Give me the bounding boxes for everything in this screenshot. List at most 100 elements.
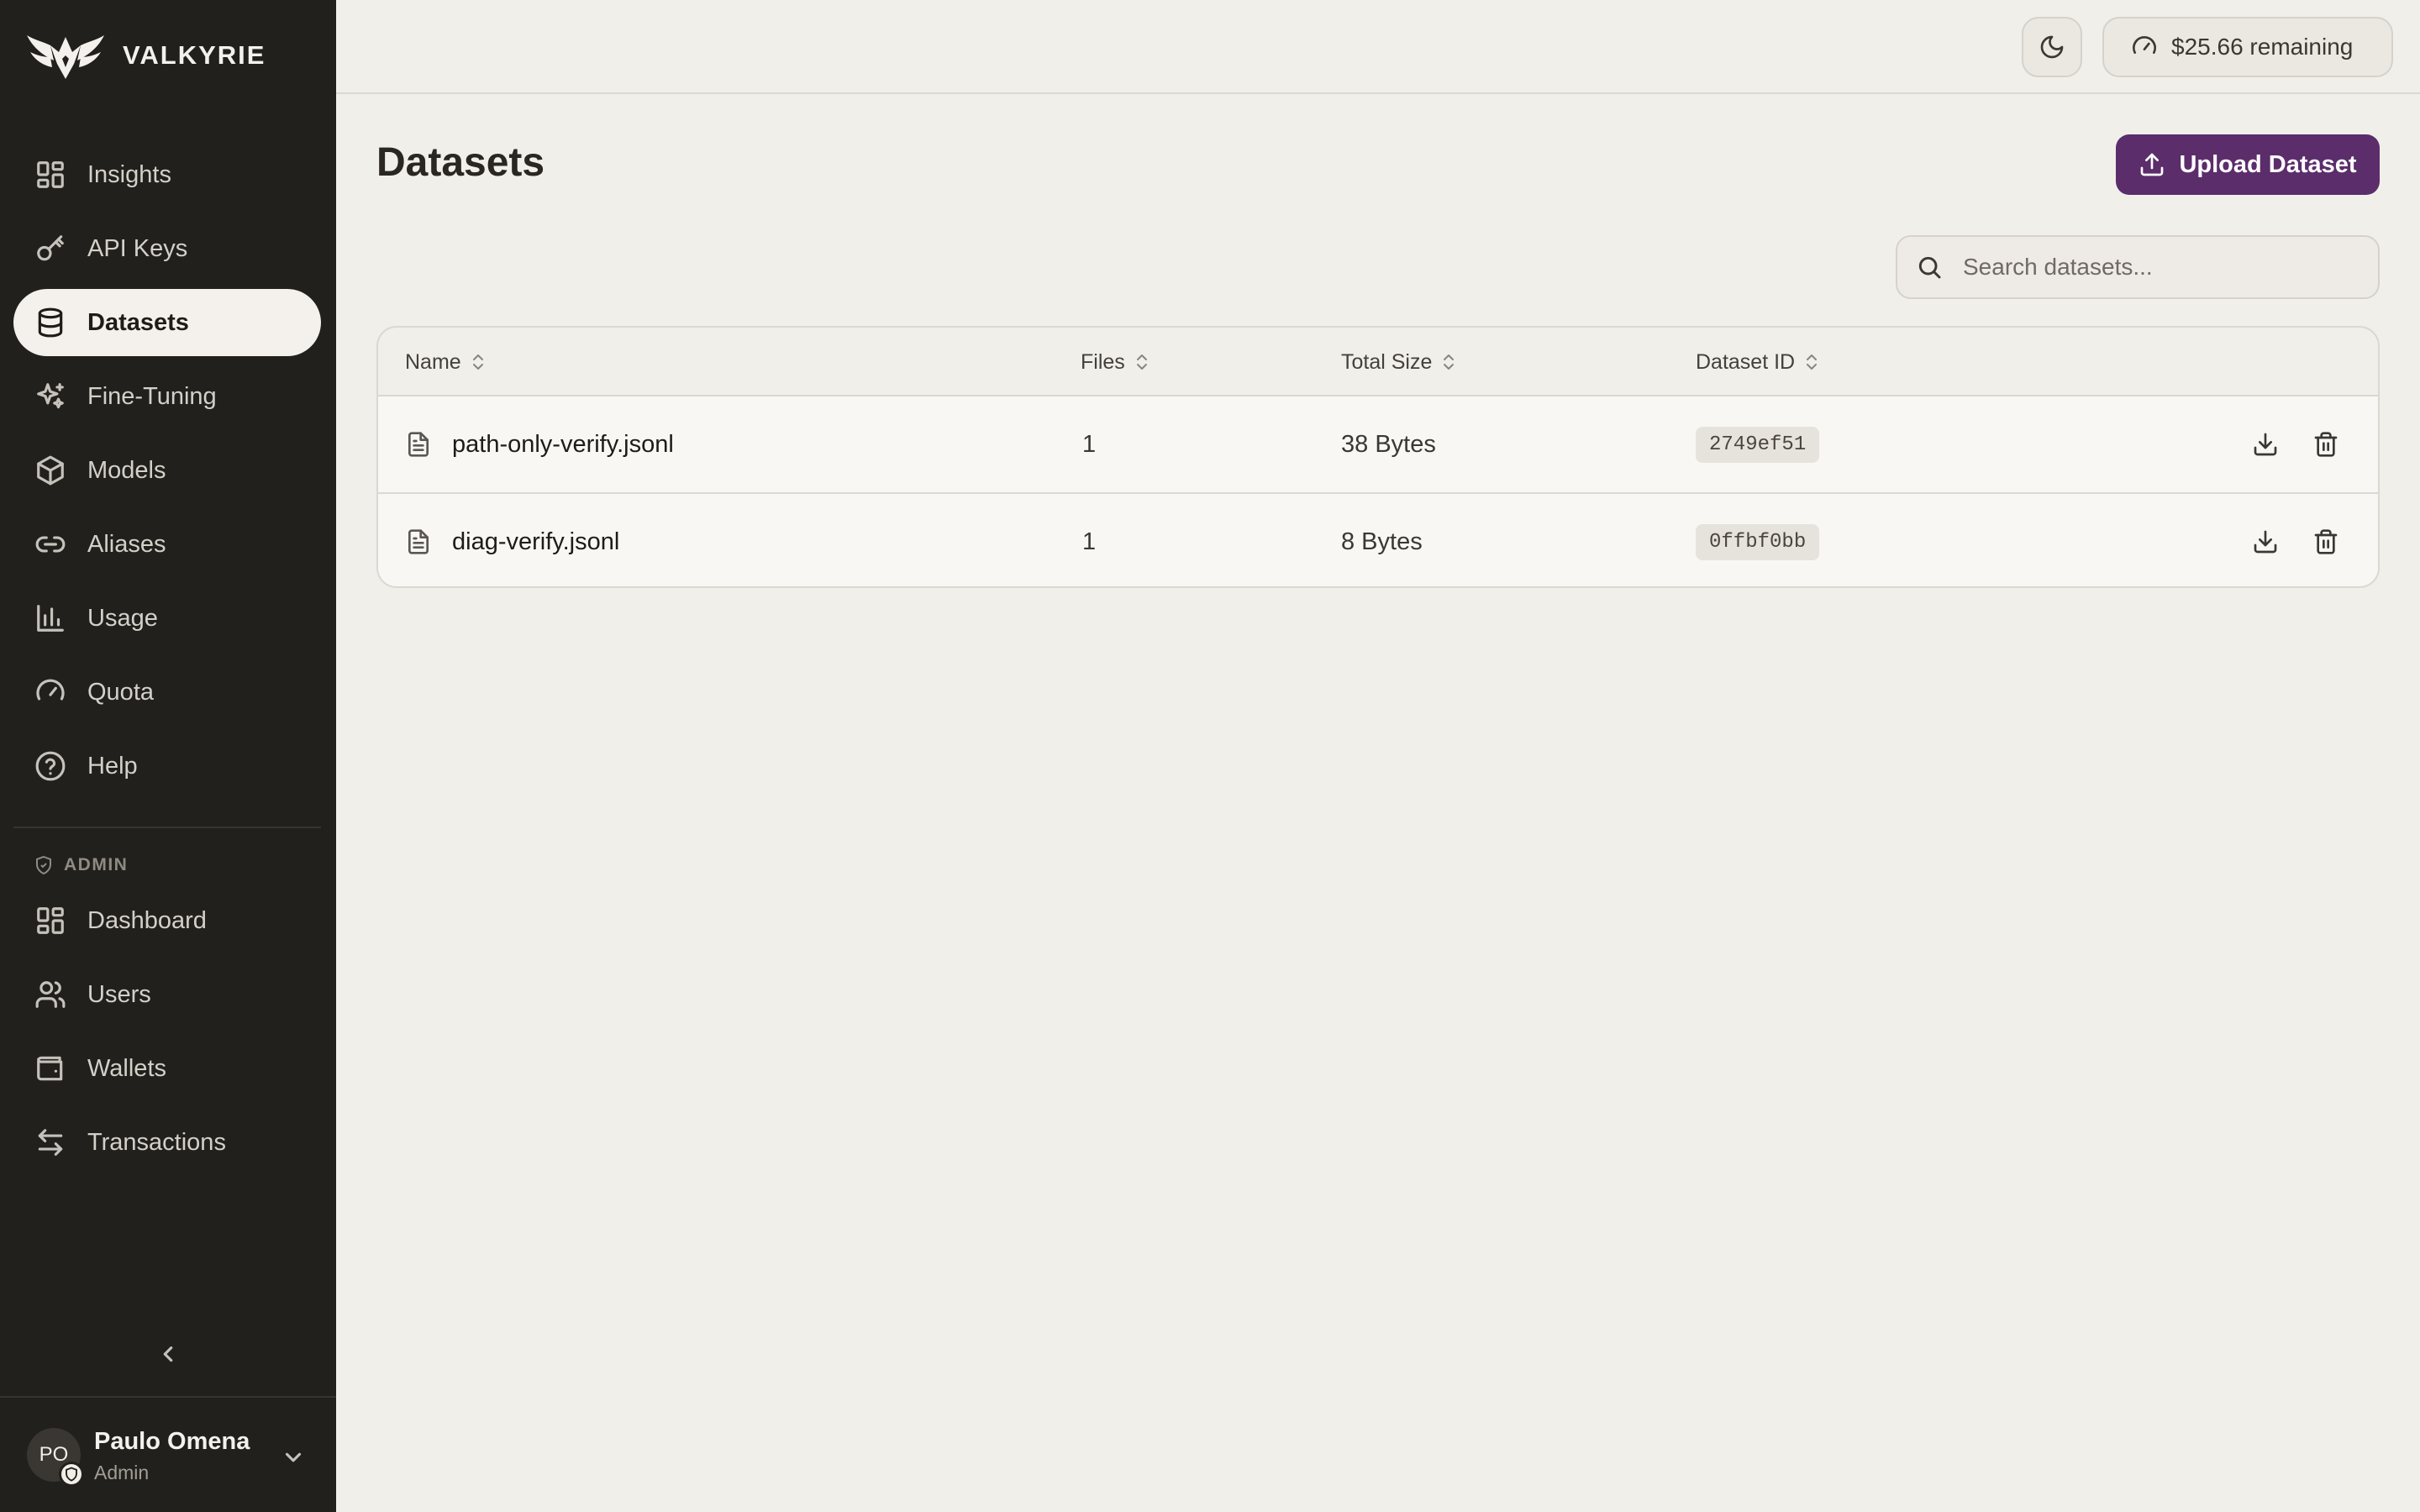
upload-dataset-label: Upload Dataset <box>2179 150 2357 178</box>
grid-icon <box>34 158 67 192</box>
dataset-id-cell: 2749ef51 <box>1696 396 1820 492</box>
files-cell: 1 <box>1082 528 1097 555</box>
balance-text: $25.66 remaining <box>2171 34 2354 60</box>
upload-icon <box>2141 153 2164 176</box>
dataset-id-badge[interactable]: 0ffbf0bb <box>1696 523 1820 560</box>
user-menu[interactable]: PO Paulo Omena Admin <box>0 1396 336 1512</box>
sidebar-item-models[interactable]: Models <box>13 437 321 504</box>
admin-nav: Dashboard Users Wallets Transactions <box>13 887 321 1183</box>
dataset-name-cell[interactable]: path-only-verify.jsonl <box>405 396 674 492</box>
valkyrie-logo-icon <box>27 35 104 79</box>
sidebar-item-datasets[interactable]: Datasets <box>13 289 321 356</box>
sort-icon <box>472 354 483 370</box>
sidebar-item-transactions[interactable]: Transactions <box>13 1109 321 1176</box>
column-header-dataset-id[interactable]: Dataset ID <box>1696 328 1820 396</box>
sidebar-item-usage[interactable]: Usage <box>13 585 321 652</box>
sort-icon <box>1807 354 1818 370</box>
trash-icon <box>2314 529 2338 554</box>
sidebar-item-label: Users <box>87 980 151 1008</box>
sort-icon <box>1136 354 1147 370</box>
shield-icon <box>36 855 51 875</box>
download-icon <box>2254 433 2277 456</box>
sidebar-item-label: Quota <box>87 678 154 706</box>
cube-icon <box>34 454 67 487</box>
column-header-name[interactable]: Name <box>405 328 487 396</box>
download-icon <box>2254 530 2277 554</box>
sidebar-item-label: Datasets <box>87 308 189 336</box>
main-nav: Insights API Keys Datasets Fine-Tuning M… <box>13 141 321 806</box>
admin-section-label: ADMIN <box>34 855 128 875</box>
theme-toggle-button[interactable] <box>2022 17 2082 77</box>
upload-dataset-button[interactable]: Upload Dataset <box>2116 134 2380 195</box>
gauge-icon <box>34 675 67 709</box>
grid-icon <box>34 904 67 937</box>
sidebar-item-label: Help <box>87 752 138 780</box>
sidebar-item-label: Fine-Tuning <box>87 382 217 410</box>
sidebar-item-label: Models <box>87 456 166 484</box>
sidebar-item-label: Aliases <box>87 530 166 558</box>
wallet-icon <box>34 1052 67 1085</box>
sidebar-item-label: Transactions <box>87 1128 226 1156</box>
balance-indicator[interactable]: $25.66 remaining <box>2102 17 2393 77</box>
users-icon <box>34 978 67 1011</box>
brand-name: VALKYRIE <box>123 40 266 70</box>
column-header-files[interactable]: Files <box>1081 328 1150 396</box>
dataset-id-cell: 0ffbf0bb <box>1696 494 1820 586</box>
delete-button[interactable] <box>2309 428 2343 461</box>
sidebar-item-dashboard[interactable]: Dashboard <box>13 887 321 954</box>
sidebar-item-label: Usage <box>87 604 158 632</box>
sidebar-item-quota[interactable]: Quota <box>13 659 321 726</box>
delete-button[interactable] <box>2309 525 2343 559</box>
table-row[interactable]: path-only-verify.jsonl 1 38 Bytes 2749ef… <box>378 396 2378 492</box>
table-header: Name Files Total Size Dataset ID <box>378 328 2378 396</box>
sidebar-item-label: API Keys <box>87 234 188 262</box>
gauge-icon <box>2133 36 2156 54</box>
sidebar-item-label: Wallets <box>87 1054 166 1082</box>
chevron-down-icon[interactable] <box>281 1445 306 1470</box>
sidebar-item-help[interactable]: Help <box>13 732 321 800</box>
sidebar-item-label: Insights <box>87 160 171 188</box>
sparkles-icon <box>34 380 67 413</box>
dataset-name-cell[interactable]: diag-verify.jsonl <box>405 494 619 586</box>
help-circle-icon <box>34 749 67 783</box>
download-button[interactable] <box>2249 428 2282 461</box>
files-cell: 1 <box>1082 430 1097 458</box>
database-icon <box>34 306 67 339</box>
download-button[interactable] <box>2249 525 2282 559</box>
bar-chart-icon <box>34 601 67 635</box>
sidebar-item-label: Dashboard <box>87 906 207 934</box>
brand-logo[interactable]: VALKYRIE <box>25 30 266 81</box>
link-icon <box>34 528 67 561</box>
column-header-total-size[interactable]: Total Size <box>1341 328 1457 396</box>
table-row[interactable]: diag-verify.jsonl 1 8 Bytes 0ffbf0bb <box>378 492 2378 586</box>
sidebar-item-api-keys[interactable]: API Keys <box>13 215 321 282</box>
user-name: Paulo Omena <box>94 1428 250 1455</box>
collapse-sidebar-button[interactable] <box>151 1337 185 1371</box>
sidebar-divider <box>13 827 321 828</box>
admin-badge-icon <box>59 1462 84 1487</box>
sidebar-item-aliases[interactable]: Aliases <box>13 511 321 578</box>
arrows-left-right-icon <box>34 1126 67 1159</box>
user-role: Admin <box>94 1462 150 1483</box>
trash-icon <box>2314 432 2338 457</box>
sidebar-item-insights[interactable]: Insights <box>13 141 321 208</box>
sidebar: VALKYRIE Insights API Keys Datasets Fine… <box>0 0 336 1512</box>
file-text-icon <box>408 529 429 554</box>
chevron-left-icon <box>163 1346 173 1362</box>
top-bar: $25.66 remaining <box>336 0 2420 94</box>
sidebar-item-wallets[interactable]: Wallets <box>13 1035 321 1102</box>
dataset-id-badge[interactable]: 2749ef51 <box>1696 426 1820 463</box>
file-text-icon <box>408 432 429 457</box>
size-cell: 38 Bytes <box>1341 430 1436 458</box>
sidebar-item-fine-tuning[interactable]: Fine-Tuning <box>13 363 321 430</box>
size-cell: 8 Bytes <box>1341 528 1423 555</box>
datasets-table: Name Files Total Size Dataset ID path-on… <box>376 326 2380 588</box>
moon-icon <box>2040 35 2064 59</box>
page-title: Datasets <box>376 140 545 185</box>
search-input[interactable] <box>1963 254 2366 281</box>
sort-icon <box>1444 354 1455 370</box>
key-icon <box>34 232 67 265</box>
search-icon <box>1918 256 1941 279</box>
search-box <box>1896 235 2380 299</box>
sidebar-item-users[interactable]: Users <box>13 961 321 1028</box>
